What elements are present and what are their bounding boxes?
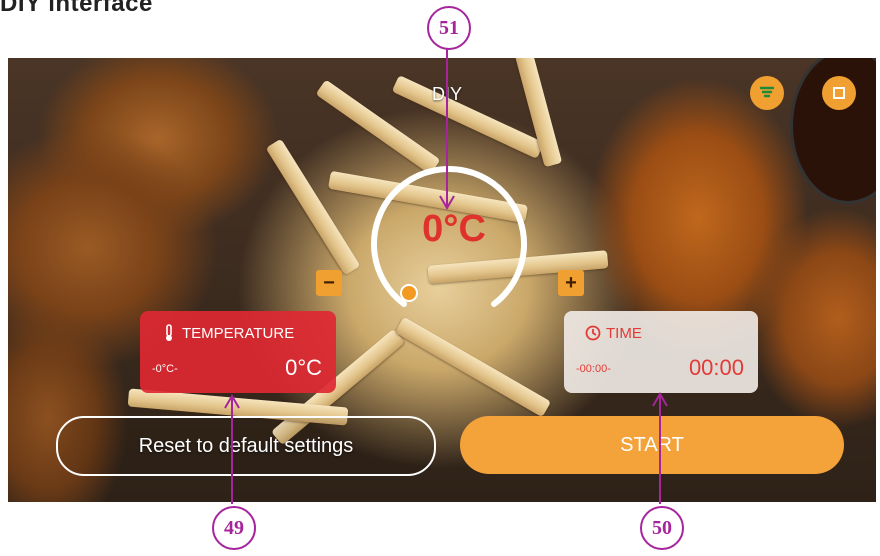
callout-51: 51 — [427, 6, 471, 50]
dial-knob[interactable] — [400, 284, 418, 302]
diy-screen: DIY 0°C − + TEMPERATURE -0°C- 0°C TIME -… — [8, 58, 876, 502]
temperature-value: 0°C — [285, 355, 322, 380]
temperature-label: TEMPERATURE — [182, 325, 295, 342]
callout-49: 49 — [212, 506, 256, 550]
temperature-card[interactable]: TEMPERATURE -0°C- 0°C — [140, 311, 336, 393]
time-card[interactable]: TIME -00:00- 00:00 — [564, 311, 758, 393]
clock-icon — [584, 323, 602, 343]
fry-decoration — [265, 138, 361, 276]
time-range: -00:00- — [576, 363, 611, 375]
start-button[interactable]: START — [460, 416, 844, 474]
time-label: TIME — [606, 325, 642, 342]
page-heading: DIY interface — [0, 0, 153, 17]
callout-50: 50 — [640, 506, 684, 550]
temperature-range: -0°C- — [152, 363, 178, 375]
decrease-button[interactable]: − — [316, 270, 342, 296]
time-value: 00:00 — [688, 355, 744, 380]
thermometer-icon — [160, 323, 178, 343]
screen-title: DIY — [432, 84, 463, 104]
dial-temperature-value: 0°C — [422, 208, 486, 250]
fry-decoration — [394, 316, 552, 418]
fan-icon[interactable] — [750, 76, 784, 110]
reset-defaults-button[interactable]: Reset to default settings — [56, 416, 436, 476]
light-icon[interactable] — [822, 76, 856, 110]
increase-button[interactable]: + — [558, 270, 584, 296]
